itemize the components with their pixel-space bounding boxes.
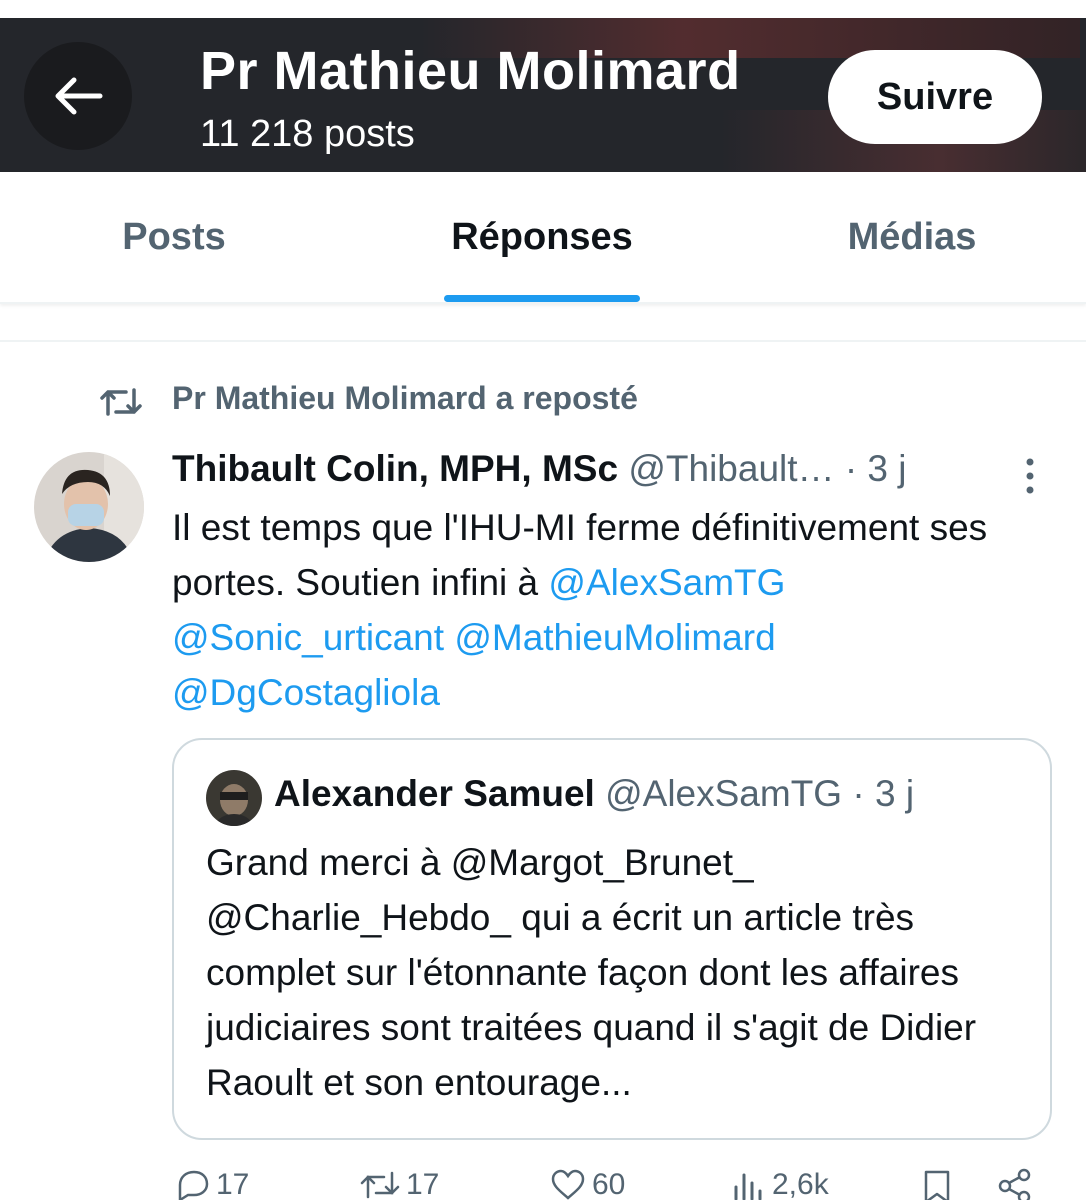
mention-link[interactable]: @Sonic_urticant [172,617,444,658]
quoted-mention: @Charlie_Hebdo_ [206,897,511,938]
quoted-author-handle[interactable]: @AlexSamTG [605,773,842,814]
quoted-mention: @Margot_Brunet_ [450,842,754,883]
mention-link[interactable]: @AlexSamTG [548,562,785,603]
tweet-timestamp[interactable]: · 3 j [845,448,907,489]
quoted-text: Grand merci à @Margot_Brunet_ @Charlie_H… [206,835,1026,1110]
reply-button[interactable]: 17 [174,1168,249,1200]
quoted-avatar-image [206,770,262,826]
share-icon [998,1168,1031,1200]
repost-icon [100,388,142,416]
repost-count: 17 [406,1168,440,1200]
profile-name: Pr Mathieu Molimard [200,41,741,101]
avatar[interactable] [34,452,144,562]
tab-replies[interactable]: Réponses [420,172,664,302]
header-top-strip [0,0,1086,18]
reply-count: 17 [216,1168,250,1200]
mention-link[interactable]: @DgCostagliola [172,672,440,713]
profile-tabs: Posts Réponses Médias [0,172,1086,304]
tweet-author-handle[interactable]: @Thibault… [628,448,834,489]
repost-button[interactable]: 17 [360,1168,439,1200]
like-count: 60 [592,1168,626,1200]
quoted-timestamp[interactable]: · 3 j [852,773,914,814]
tweet-actions: 17 17 60 2,6k [172,1162,1052,1200]
mention-link[interactable]: @MathieuMolimard [454,617,775,658]
analytics-icon [734,1173,762,1200]
avatar-image [34,452,144,562]
repost-label[interactable]: Pr Mathieu Molimard a reposté [172,380,638,417]
arrow-left-icon [55,77,103,115]
bookmark-icon [924,1170,950,1200]
active-tab-indicator [444,295,640,302]
tab-posts[interactable]: Posts [60,172,288,302]
heart-icon [551,1169,585,1200]
tweet-text: Il est temps que l'IHU-MI ferme définiti… [172,500,1052,720]
back-button[interactable] [24,42,132,150]
repost-action-icon [360,1171,400,1199]
share-button[interactable] [998,1168,1038,1200]
view-count: 2,6k [772,1168,829,1200]
follow-button[interactable]: Suivre [828,50,1042,144]
tweet-author-line: Thibault Colin, MPH, MSc @Thibault… · 3 … [172,448,907,490]
tab-media[interactable]: Médias [800,172,1024,302]
profile-header: Pr Mathieu Molimard 11 218 posts Suivre [0,0,1086,172]
quoted-author-name[interactable]: Alexander Samuel [274,773,595,814]
quoted-text-start: Grand merci à [206,842,451,883]
views-button[interactable]: 2,6k [730,1168,829,1200]
post-count: 11 218 posts [200,113,415,155]
more-options-icon[interactable] [1020,456,1040,496]
like-button[interactable]: 60 [550,1168,625,1200]
divider [0,340,1086,342]
tweet-author-name[interactable]: Thibault Colin, MPH, MSc [172,448,618,489]
reply-icon [178,1170,209,1200]
quoted-tweet[interactable]: Alexander Samuel @AlexSamTG · 3 j Grand … [172,738,1052,1140]
quoted-avatar[interactable] [206,770,262,826]
bookmark-button[interactable] [922,1168,958,1200]
quoted-author-line: Alexander Samuel @AlexSamTG · 3 j [274,773,914,815]
